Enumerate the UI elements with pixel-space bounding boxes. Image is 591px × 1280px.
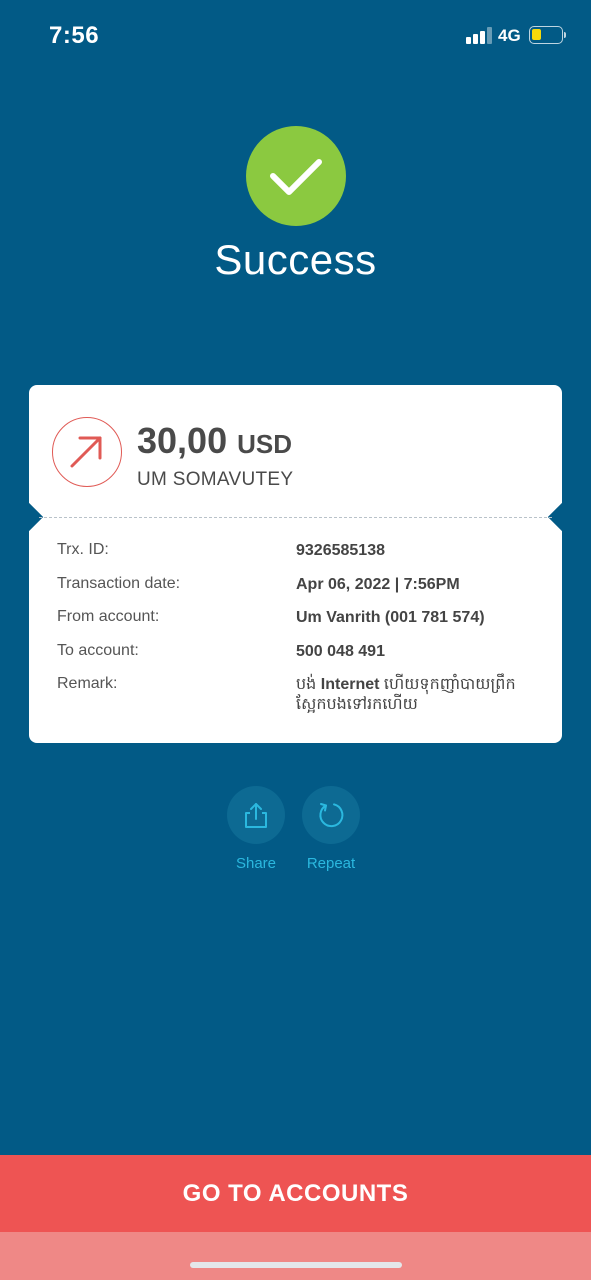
- status-bar: 7:56 4G: [0, 0, 591, 70]
- repeat-button[interactable]: Repeat: [302, 786, 360, 872]
- battery-icon: [529, 26, 563, 44]
- detail-row-trx-id: Trx. ID: 9326585138: [57, 541, 537, 575]
- detail-label: From account:: [57, 608, 160, 626]
- detail-label: To account:: [57, 641, 139, 659]
- amount-value: 30,00: [137, 420, 228, 461]
- detail-row-to-account: To account: 500 048 491: [57, 642, 537, 676]
- card-notch-right: [547, 502, 577, 532]
- recipient-name: UM SOMAVUTEY: [137, 469, 294, 490]
- outgoing-arrow-icon: [52, 417, 122, 487]
- repeat-label[interactable]: Repeat: [282, 855, 380, 872]
- transaction-receipt-card: 30,00 USD UM SOMAVUTEY Trx. ID: 93265851…: [14, 385, 577, 743]
- transaction-details: Trx. ID: 9326585138 Transaction date: Ap…: [57, 541, 537, 713]
- detail-value: 9326585138: [296, 542, 385, 559]
- detail-value: Apr 06, 2022 | 7:56PM: [296, 575, 460, 593]
- detail-label: Remark:: [57, 675, 118, 693]
- go-to-accounts-button[interactable]: GO TO ACCOUNTS: [0, 1155, 591, 1232]
- remark-value: បង់ Internet ហើយទុកញាំបាយព្រឹកស្អែកបងទៅរ…: [296, 675, 541, 715]
- remark-bold: Internet: [320, 676, 380, 694]
- detail-row-date: Transaction date: Apr 06, 2022 | 7:56PM: [57, 575, 537, 609]
- detail-row-remark: Remark: បង់ Internet ហើយទុកញាំបាយព្រឹកស្…: [57, 675, 537, 713]
- cellular-signal-icon: [466, 27, 492, 44]
- detail-row-from-account: From account: Um Vanrith (001 781 574): [57, 608, 537, 642]
- checkmark-icon: [246, 126, 346, 226]
- status-time: 7:56: [49, 22, 100, 49]
- amount-currency: USD: [237, 429, 293, 459]
- remark-prefix: បង់: [296, 676, 321, 694]
- share-icon[interactable]: [227, 786, 285, 844]
- detail-label: Transaction date:: [57, 574, 181, 592]
- detail-value: Um Vanrith (001 781 574): [296, 609, 485, 627]
- home-indicator-area: [0, 1232, 591, 1280]
- share-button[interactable]: Share: [227, 786, 285, 872]
- network-type: 4G: [498, 26, 521, 45]
- result-title: Success: [214, 236, 377, 283]
- detail-value: 500 048 491: [296, 642, 385, 660]
- detail-label: Trx. ID:: [57, 541, 109, 558]
- transaction-amount: 30,00 USD: [137, 420, 292, 462]
- home-indicator[interactable]: [190, 1262, 402, 1268]
- repeat-icon[interactable]: [302, 786, 360, 844]
- card-divider: [39, 517, 552, 518]
